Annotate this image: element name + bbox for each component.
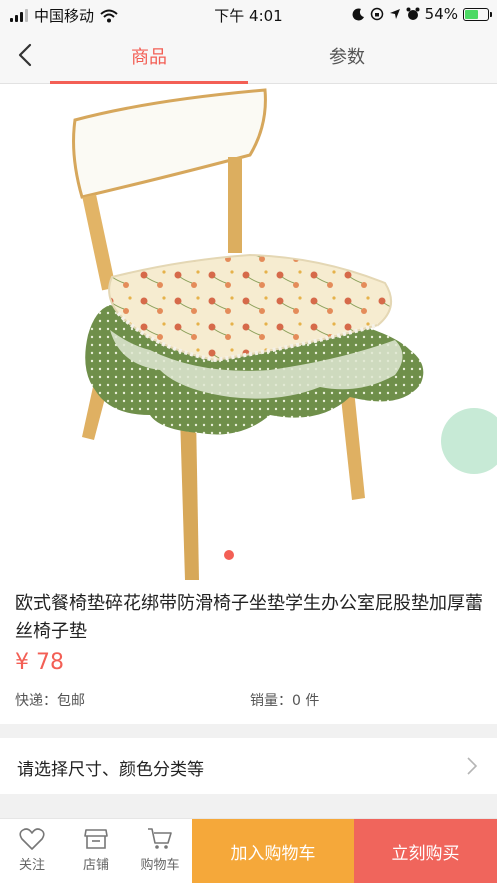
spec-selector-label: 请选择尺寸、颜色分类等 — [17, 760, 204, 780]
alarm-icon — [406, 7, 420, 20]
lock-rotation-icon — [370, 7, 383, 21]
status-bar: 中国移动 下午 4:01 54% — [0, 0, 497, 28]
product-title: 欧式餐椅垫碎花绑带防滑椅子坐垫学生办公室屁股垫加厚蕾丝椅子垫 — [15, 593, 483, 642]
product-price: ¥ 78 — [15, 650, 64, 675]
follow-label: 关注 — [18, 858, 45, 873]
add-to-cart-button[interactable]: 加入购物车 — [192, 819, 354, 883]
cart-button[interactable]: 购物车 — [130, 819, 190, 883]
sales-count: 销量：0 件 — [250, 693, 320, 709]
product-image-carousel[interactable] — [0, 85, 497, 580]
location-icon — [389, 9, 400, 19]
shop-icon — [84, 829, 108, 849]
carousel-indicator — [224, 550, 234, 560]
moon-icon — [352, 7, 364, 20]
product-image — [72, 88, 424, 580]
shipping-info: 快递：包邮 — [15, 693, 85, 709]
back-icon[interactable] — [12, 40, 42, 70]
cart-label: 购物车 — [140, 858, 180, 873]
buy-now-button[interactable]: 立刻购买 — [354, 819, 497, 883]
follow-button[interactable]: 关注 — [2, 819, 62, 883]
tab-params[interactable]: 参数 — [248, 28, 446, 84]
shop-label: 店铺 — [82, 858, 109, 873]
tab-goods[interactable]: 商品 — [50, 28, 248, 84]
status-right: 54% — [352, 5, 492, 23]
section-divider — [0, 724, 497, 738]
battery-icon — [463, 7, 492, 21]
cart-icon — [148, 828, 172, 849]
spec-selector-row[interactable]: 请选择尺寸、颜色分类等 — [0, 738, 497, 794]
chevron-right-icon — [467, 757, 478, 775]
heart-icon — [19, 828, 45, 850]
shop-button[interactable]: 店铺 — [66, 819, 126, 883]
battery-percent: 54% — [424, 5, 458, 23]
section-divider — [0, 794, 497, 818]
bottom-action-bar: 关注 店铺 购物车 加入购物车 立刻购买 — [0, 818, 497, 883]
nav-header: 商品 参数 — [0, 28, 497, 84]
battery-fill — [465, 9, 478, 19]
